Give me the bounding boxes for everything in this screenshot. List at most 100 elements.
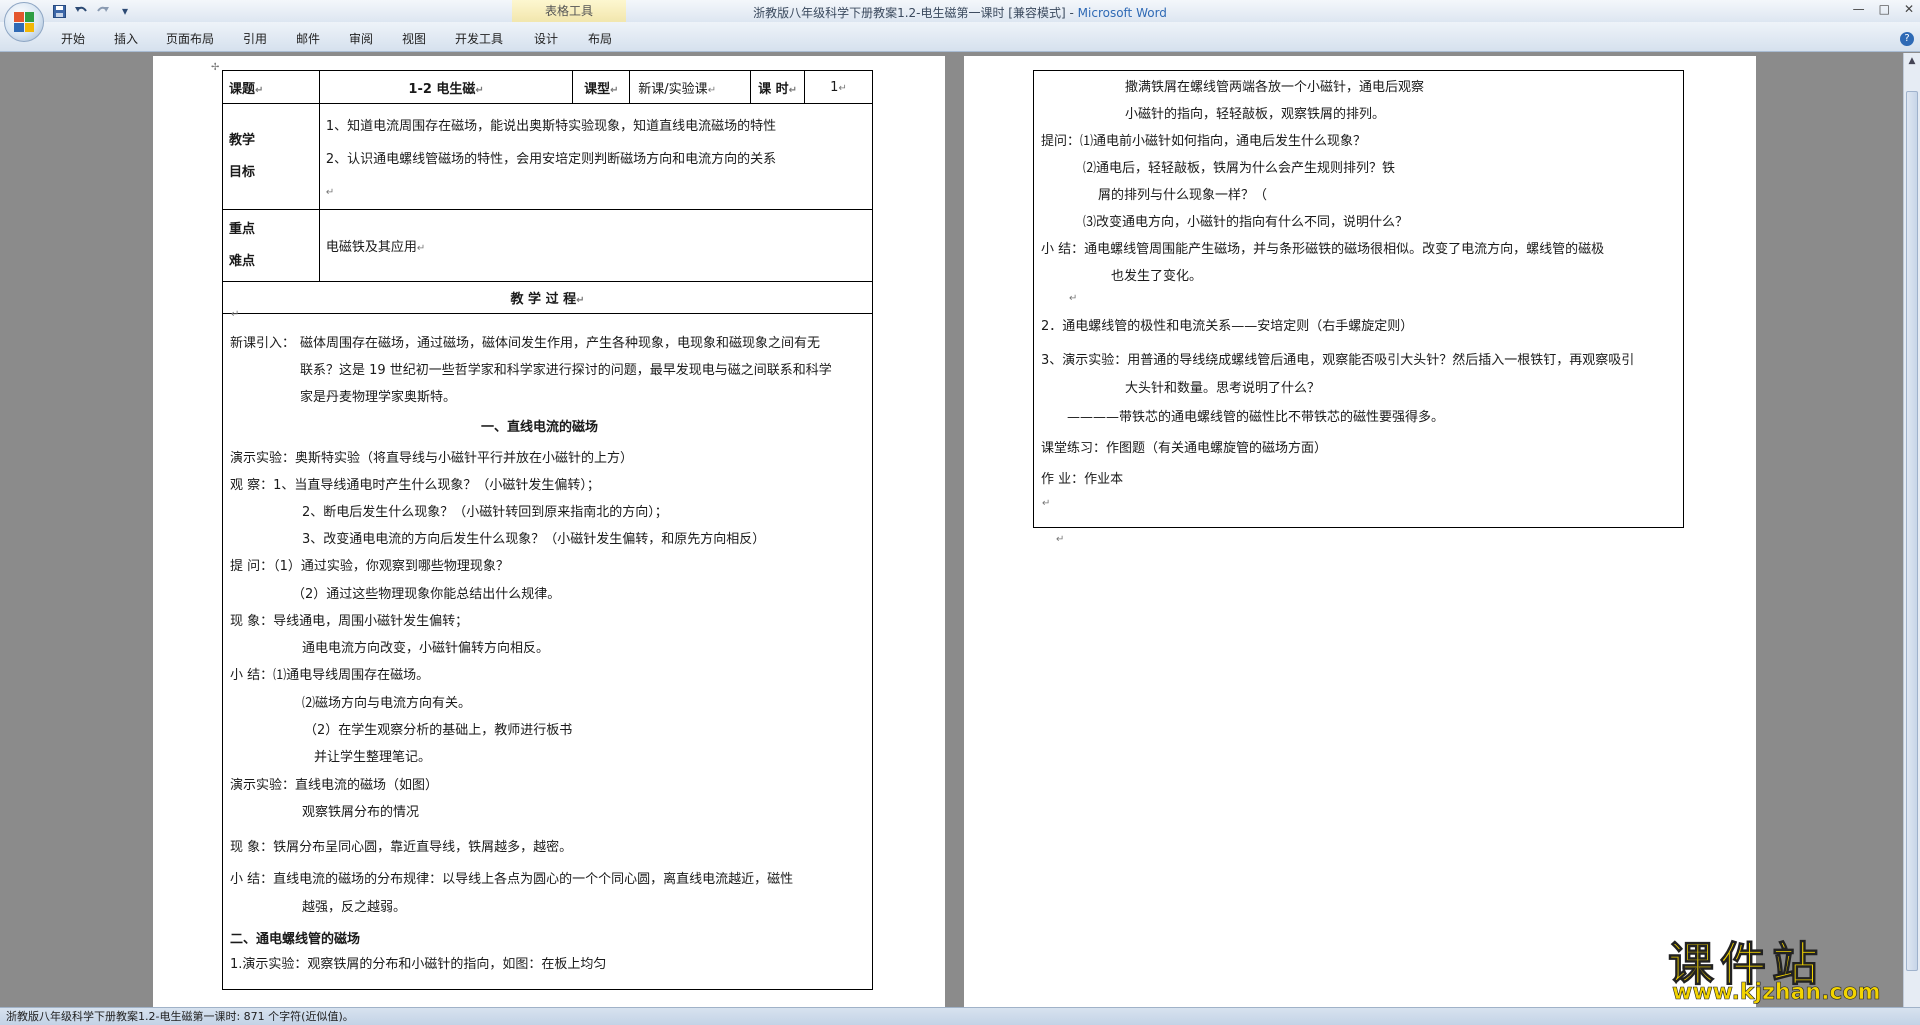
status-bar: 浙教版八年级科学下册教案1.2-电生磁第一课时: 871 个字符(近似值)。 bbox=[0, 1007, 1920, 1025]
scroll-up-icon[interactable]: ▲ bbox=[1904, 53, 1920, 69]
ribbon-tab-strip bbox=[0, 22, 1920, 52]
table-move-handle-icon[interactable]: ✢ bbox=[211, 62, 219, 73]
tab-home[interactable]: 开始 bbox=[61, 30, 85, 47]
body-line-9: 小 结：⑴通电导线周围存在磁场。 bbox=[230, 668, 430, 683]
body-line-16: 小 结：直线电流的磁场的分布规律：以导线上各点为圆心的一个个同心圆，离直线电流越… bbox=[230, 872, 794, 887]
vertical-scrollbar[interactable]: ▲ bbox=[1903, 53, 1920, 1007]
goals-cell[interactable]: 1、知道电流周围存在磁场，能说出奥斯特实验现象，知道直线电流磁场的特性 2、认识… bbox=[318, 103, 874, 210]
body-line-15: 现 象：铁屑分布呈同心圆，靠近直导线，铁屑越多，越密。 bbox=[230, 840, 573, 855]
cell-mark: ↵ bbox=[416, 243, 426, 254]
cell-mark: ↵ bbox=[610, 84, 619, 96]
hours-label: 课 时 bbox=[758, 81, 789, 97]
table-tools-label: 表格工具 bbox=[544, 4, 593, 18]
para-mark: ↵ bbox=[1056, 534, 1065, 545]
intro-label: 新课引入： bbox=[230, 336, 296, 351]
p2-line-11: 大头针和数量。思考说明了什么？ bbox=[1125, 381, 1321, 396]
window-controls: — □ ✕ bbox=[1853, 2, 1914, 16]
tab-review[interactable]: 审阅 bbox=[349, 30, 373, 47]
type-value-cell[interactable]: 新课/实验课↵ bbox=[629, 70, 752, 104]
document-page-1: ✢ 课题↵ 1-2 电生磁↵ 课型↵ 新课/实验课↵ 课 时↵ 1↵ 教学 目标… bbox=[153, 56, 945, 1007]
p2-line-5: 屑的排列与什么现象一样？（ bbox=[1098, 188, 1268, 203]
p2-line-8: 也发生了变化。 bbox=[1111, 269, 1203, 284]
p2-line-7: 小 结：通电螺线管周围能产生磁场，并与条形磁铁的磁场很相似。改变了电流方向，螺线… bbox=[1041, 242, 1605, 257]
para-mark: ↵ bbox=[1069, 293, 1078, 304]
body-line-13: 演示实验：直线电流的磁场（如图） bbox=[230, 778, 439, 793]
tab-layout[interactable]: 布局 bbox=[588, 30, 612, 47]
body-line-14: 观察铁屑分布的情况 bbox=[302, 805, 420, 820]
intro-line-3: 家是丹麦物理学家奥斯特。 bbox=[300, 390, 457, 405]
tab-developer[interactable]: 开发工具 bbox=[455, 30, 503, 47]
key-label-line-2: 难点 bbox=[229, 253, 256, 269]
body-line-17: 越强，反之越弱。 bbox=[302, 900, 407, 915]
topic-label-cell: 课题↵ bbox=[222, 70, 320, 104]
p2-line-12: ————带铁芯的通电螺线管的磁性比不带铁芯的磁性要强得多。 bbox=[1067, 410, 1445, 425]
watermark-logo: 课件站 www.kjzhan.com bbox=[1668, 928, 1908, 1006]
watermark-url: www.kjzhan.com bbox=[1672, 980, 1881, 1006]
close-button[interactable]: ✕ bbox=[1904, 2, 1914, 16]
topic-value: 1-2 电生磁 bbox=[408, 81, 476, 97]
cell-mark: ↵ bbox=[475, 84, 484, 96]
key-label-cell: 重点 难点 bbox=[222, 209, 320, 282]
help-icon[interactable]: ? bbox=[1900, 32, 1914, 46]
redo-icon[interactable] bbox=[94, 3, 112, 19]
cell-mark: ↵ bbox=[576, 295, 585, 306]
p2-line-13: 课堂练习：作图题（有关通电螺旋管的磁场方面） bbox=[1041, 441, 1328, 456]
goals-label-cell: 教学 目标 bbox=[222, 103, 320, 210]
quick-access-toolbar: ▾ bbox=[50, 3, 134, 19]
title-bar: 浙教版八年级科学下册教案1.2-电生磁第一课时 [兼容模式] - Microso… bbox=[0, 0, 1920, 22]
cell-mark: ↵ bbox=[838, 82, 847, 94]
body-line-7: 现 象：导线通电，周围小磁针发生偏转； bbox=[230, 614, 469, 629]
body-line-4: 3、改变通电电流的方向后发生什么现象？（小磁针发生偏转，和原先方向相反） bbox=[302, 532, 766, 547]
p2-line-9: 2．通电螺线管的极性和电流关系——安培定则（右手螺旋定则） bbox=[1041, 319, 1414, 334]
goals-label-line-1: 教学 bbox=[229, 132, 256, 148]
minimize-button[interactable]: — bbox=[1853, 2, 1865, 16]
body-line-1: 演示实验：奥斯特实验（将直导线与小磁针平行并放在小磁针的上方） bbox=[230, 451, 634, 466]
key-value-cell[interactable]: 电磁铁及其应用↵ bbox=[318, 209, 874, 282]
section1-title: 一、直线电流的磁场 bbox=[481, 420, 599, 435]
cell-mark: ↵ bbox=[325, 187, 335, 198]
tab-references[interactable]: 引用 bbox=[243, 30, 267, 47]
p2-line-6: ⑶改变通电方向，小磁针的指向有什么不同，说明什么？ bbox=[1083, 215, 1409, 230]
cell-mark: ↵ bbox=[788, 84, 798, 96]
body-line-5: 提 问：（1）通过实验，你观察到哪些物理现象？ bbox=[230, 559, 509, 574]
app-name: Microsoft Word bbox=[1077, 6, 1167, 20]
tab-insert[interactable]: 插入 bbox=[114, 30, 138, 47]
office-logo-icon bbox=[14, 12, 34, 32]
document-workspace: ✢ 课题↵ 1-2 电生磁↵ 课型↵ 新课/实验课↵ 课 时↵ 1↵ 教学 目标… bbox=[0, 53, 1903, 1007]
p2-line-3: 提问：⑴通电前小磁针如何指向，通电后发生什么现象？ bbox=[1041, 134, 1367, 149]
hours-label-cell: 课 时↵ bbox=[750, 70, 806, 104]
topic-value-cell[interactable]: 1-2 电生磁↵ bbox=[318, 70, 574, 104]
section2-line: 1.演示实验：观察铁屑的分布和小磁针的指向，如图：在板上均匀 bbox=[230, 957, 607, 972]
save-icon[interactable] bbox=[50, 3, 68, 19]
status-text: 浙教版八年级科学下册教案1.2-电生磁第一课时: 871 个字符(近似值)。 bbox=[6, 1010, 354, 1023]
type-label-cell: 课型↵ bbox=[572, 70, 631, 104]
tab-view[interactable]: 视图 bbox=[402, 30, 426, 47]
office-button[interactable] bbox=[4, 2, 44, 42]
tab-page-layout[interactable]: 页面布局 bbox=[166, 30, 214, 47]
process-title-cell: 教 学 过 程↵ bbox=[222, 281, 873, 314]
cell-mark: ↵ bbox=[255, 84, 264, 96]
key-value: 电磁铁及其应用 bbox=[325, 240, 417, 255]
para-mark: ↵ bbox=[1042, 498, 1051, 509]
body-line-8: 通电电流方向改变，小磁针偏转方向相反。 bbox=[302, 641, 550, 656]
customize-qat-button[interactable]: ▾ bbox=[116, 3, 134, 19]
p2-line-10: 3、演示实验：用普通的导线绕成螺线管后通电，观察能否吸引大头针？然后插入一根铁钉… bbox=[1041, 353, 1635, 368]
key-label-line-1: 重点 bbox=[229, 221, 256, 237]
para-mark: ↵ bbox=[231, 309, 240, 320]
scrollbar-thumb[interactable] bbox=[1906, 91, 1918, 971]
tab-mailings[interactable]: 邮件 bbox=[296, 30, 320, 47]
body-line-3: 2、断电后发生什么现象？（小磁针转回到原来指南北的方向）； bbox=[302, 505, 668, 520]
intro-line-2: 联系？这是 19 世纪初一些哲学家和科学家进行探讨的问题，最早发现电与磁之间联系… bbox=[300, 363, 832, 378]
maximize-button[interactable]: □ bbox=[1879, 2, 1890, 16]
hours-value-cell[interactable]: 1↵ bbox=[804, 70, 873, 104]
document-title: 浙教版八年级科学下册教案1.2-电生磁第一课时 [兼容模式] bbox=[753, 6, 1066, 20]
window-title: 浙教版八年级科学下册教案1.2-电生磁第一课时 [兼容模式] - Microso… bbox=[0, 4, 1920, 21]
goal-line-1: 1、知道电流周围存在磁场，能说出奥斯特实验现象，知道直线电流磁场的特性 bbox=[325, 119, 777, 134]
tab-design[interactable]: 设计 bbox=[534, 30, 558, 47]
intro-line-1: 磁体周围存在磁场，通过磁场，磁体间发生作用，产生各种现象，电现象和磁现象之间有无 bbox=[300, 336, 821, 351]
undo-icon[interactable] bbox=[72, 3, 90, 19]
type-value: 新课/实验课 bbox=[638, 81, 708, 97]
topic-label: 课题 bbox=[229, 81, 256, 97]
process-title: 教 学 过 程 bbox=[510, 292, 577, 307]
body-line-12: 并让学生整理笔记。 bbox=[314, 750, 432, 765]
